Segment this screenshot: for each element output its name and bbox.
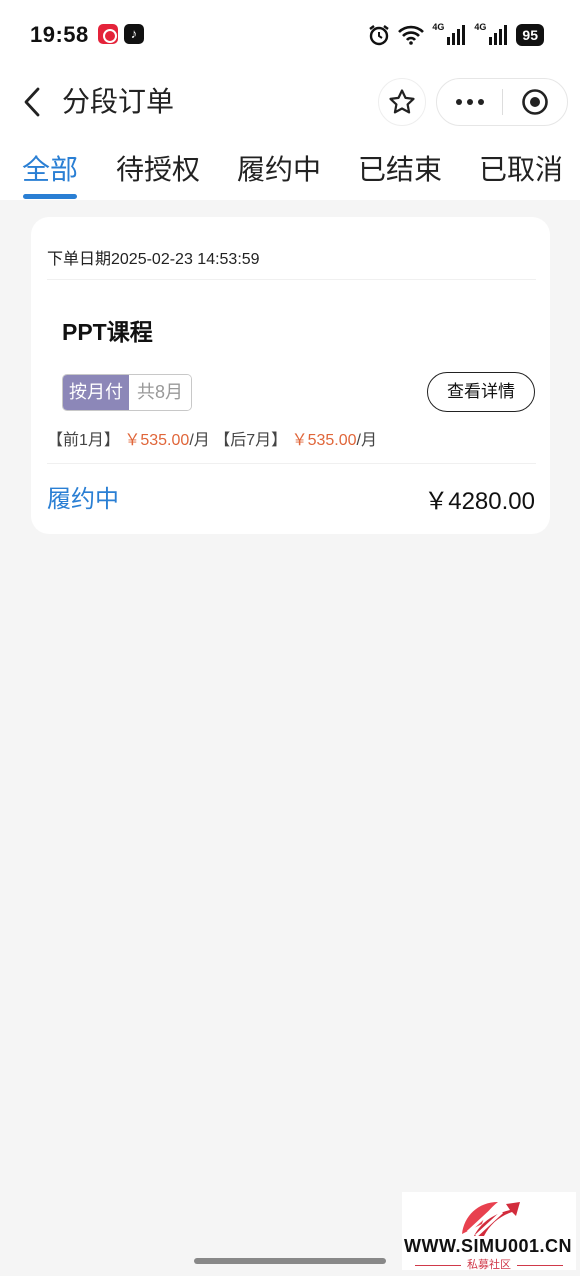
product-name: PPT课程 [62,319,153,345]
installment-1-label: 【前1月】 [47,432,120,449]
back-button[interactable] [14,84,50,120]
view-details-button[interactable]: 查看详情 [427,372,535,412]
order-card[interactable]: 下单日期2025-02-23 14:53:59 PPT课程 按月付 共8月 查看… [31,217,550,534]
wifi-icon [398,25,425,45]
order-tabs: 全部 待授权 履约中 已结束 已取消 [0,146,580,200]
order-status: 履约中 [47,486,119,513]
payment-term-tag: 共8月 [129,375,192,410]
installment-2-unit: /月 [356,432,377,449]
payment-tags: 按月付 共8月 [62,374,193,411]
order-date: 下单日期2025-02-23 14:53:59 [47,251,260,268]
tab-all[interactable]: 全部 [22,152,78,188]
tab-in-progress[interactable]: 履约中 [237,152,321,188]
dot-icon [466,99,473,105]
active-tab-indicator [23,194,77,199]
installment-2-label: 【后7月】 [214,432,288,449]
chevron-left-icon [24,87,40,117]
tab-cancelled[interactable]: 已取消 [479,152,563,188]
battery-icon: 95 [516,24,544,46]
close-miniapp-button[interactable] [503,78,567,126]
installment-info: 【前1月】 ￥535.00/月 【后7月】 ￥535.00/月 [47,426,377,450]
divider [47,463,536,464]
status-time: 19:58 [30,22,89,47]
signal-icon [447,25,466,45]
watermark-caption: 私募社区 [402,1256,576,1272]
status-bar: 19:58 ♪ 4G 4G 95 [0,0,580,70]
more-button[interactable] [437,78,502,126]
payment-type-tag: 按月付 [63,375,129,410]
home-indicator[interactable] [194,1258,386,1264]
alarm-icon [369,25,390,46]
target-icon [522,89,548,115]
favorite-button[interactable] [378,78,426,126]
signal-icon [489,25,508,45]
tab-finished[interactable]: 已结束 [358,152,442,188]
divider [47,279,536,280]
tiktok-app-icon: ♪ [124,24,144,44]
installment-1-unit: /月 [189,432,210,449]
miniapp-capsule [436,78,568,126]
installment-1-price: ￥535.00 [124,432,190,449]
watermark-logo-icon [462,1202,520,1238]
network-label: 4G [432,22,445,32]
xiaohongshu-app-icon [98,24,118,44]
order-total: ￥4280.00 [424,488,535,515]
system-icons: 4G 4G 95 [368,22,544,48]
dot-icon [455,99,462,105]
star-icon [389,89,415,114]
nav-bar: 分段订单 [0,70,580,134]
watermark: WWW.SIMU001.CN 私募社区 [402,1192,576,1272]
installment-2-price: ￥535.00 [291,432,357,449]
page-title: 分段订单 [62,86,175,117]
watermark-site: WWW.SIMU001.CN [404,1236,573,1256]
dot-icon [477,99,484,105]
tab-pending-authorization[interactable]: 待授权 [116,152,200,188]
network-label: 4G [474,22,487,32]
